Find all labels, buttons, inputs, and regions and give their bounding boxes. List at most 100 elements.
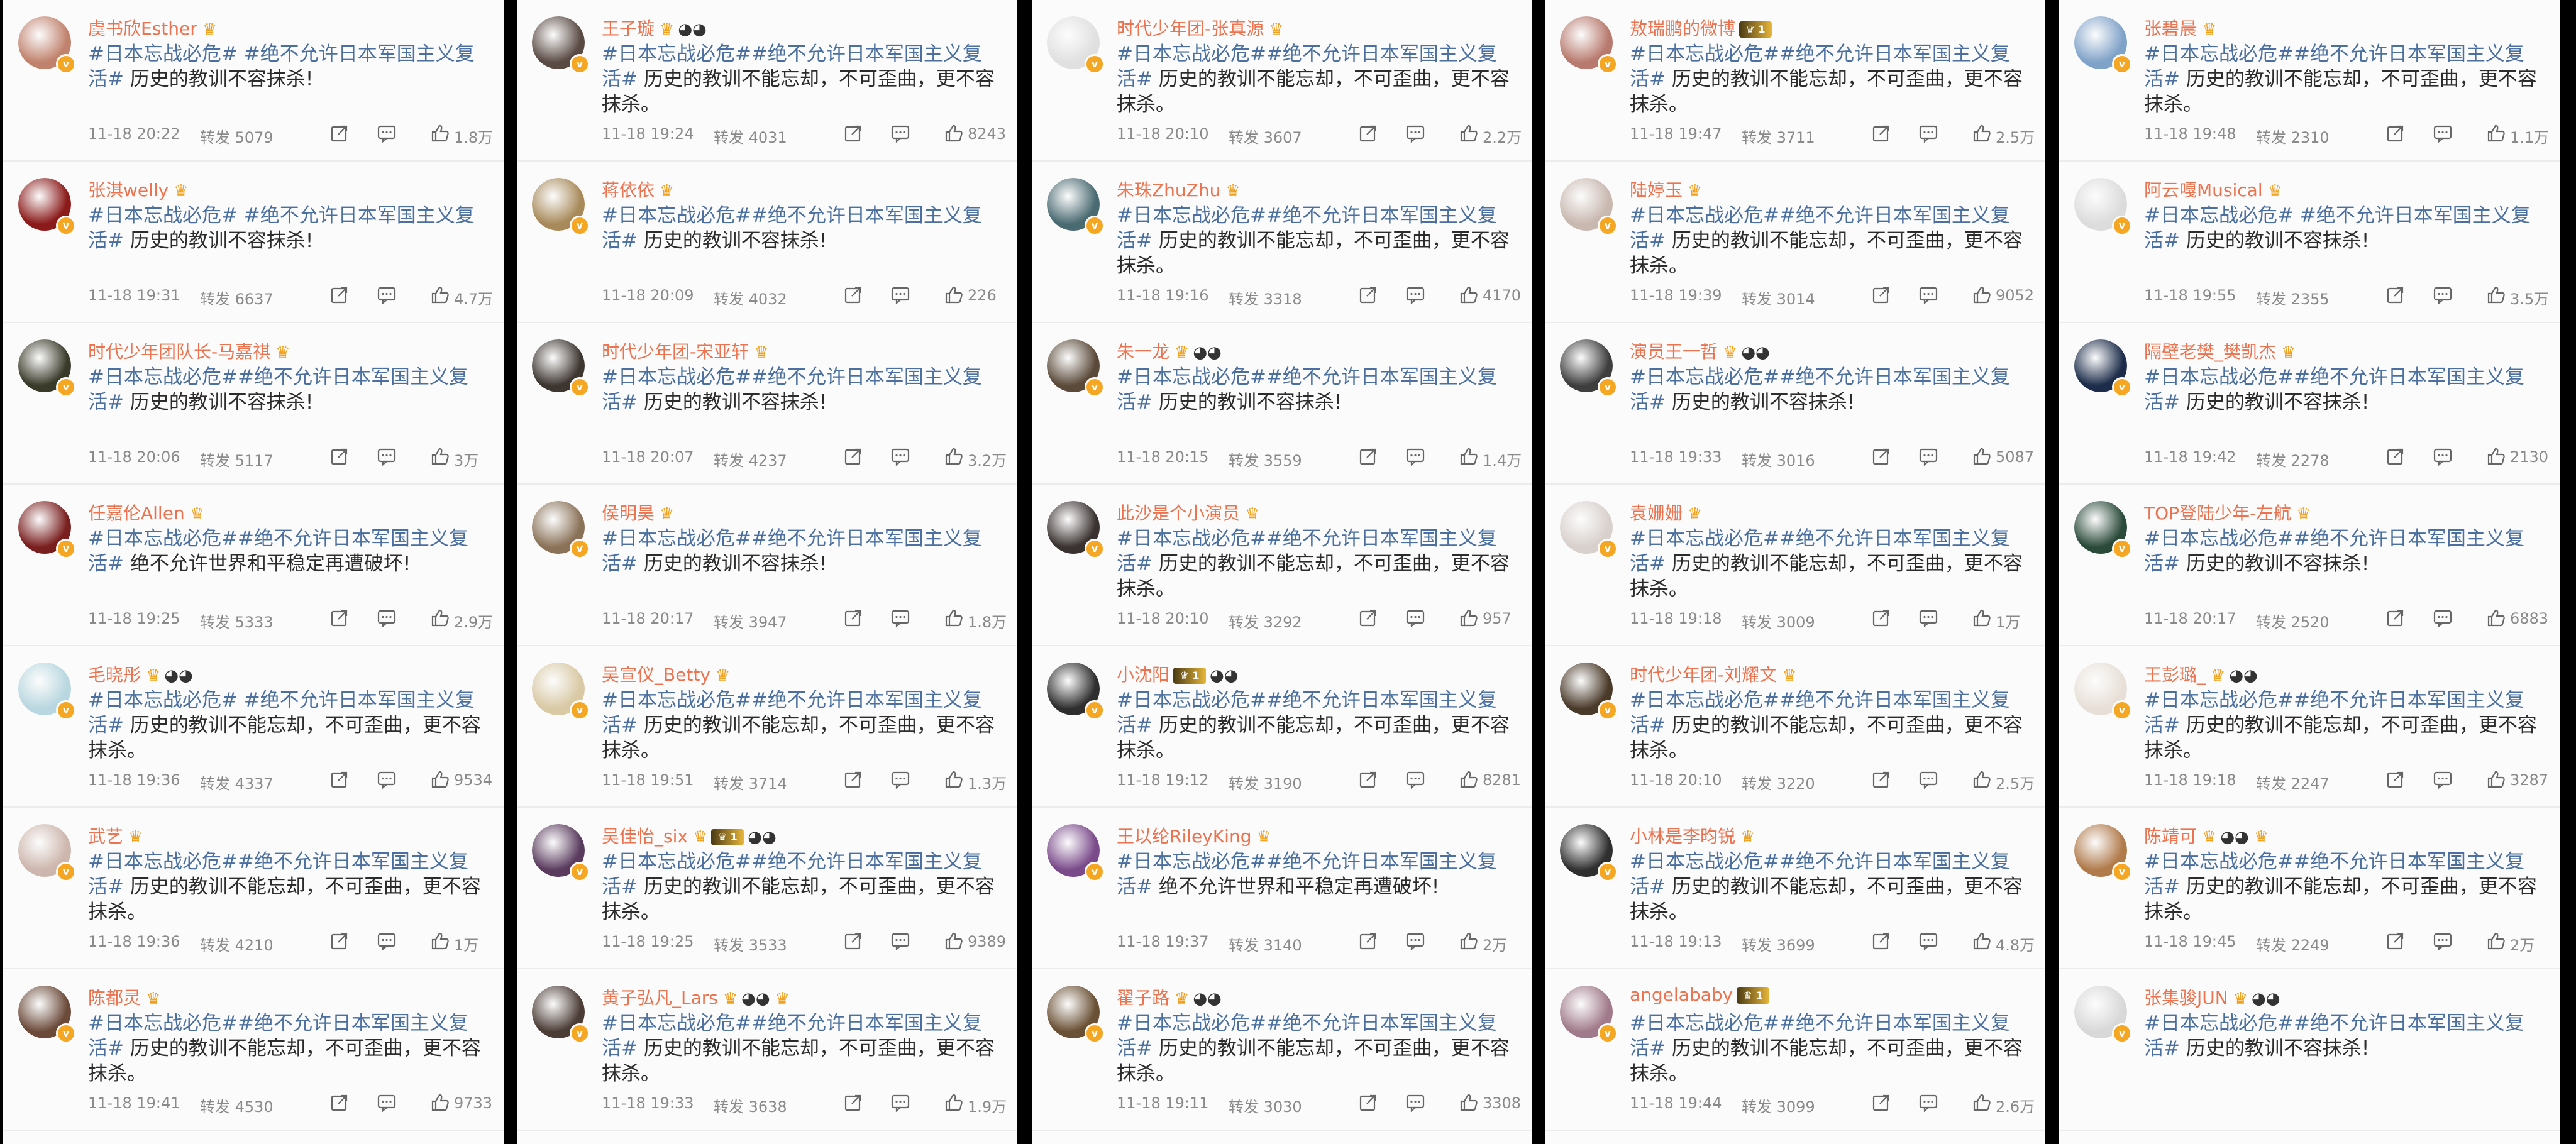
weibo-post[interactable]: v 翟子路 ♛ ◕◕ #日本忘战必危##绝不允许日本军国主义复活# 历史的教训不能忘… xyxy=(1032,969,1532,1131)
thumbs-up-icon[interactable] xyxy=(1972,285,1991,304)
share-icon[interactable] xyxy=(1872,770,1891,789)
comment-icon[interactable] xyxy=(1406,1093,1425,1113)
thumbs-up-icon[interactable] xyxy=(431,770,450,789)
repost-count[interactable]: 转发 2520 xyxy=(2256,610,2330,632)
share-icon[interactable] xyxy=(330,285,349,304)
comment-icon[interactable] xyxy=(377,447,396,466)
repost-count[interactable]: 转发 4337 xyxy=(200,771,274,793)
user-name[interactable]: 敖瑞鹏的微博 xyxy=(1630,18,1735,39)
thumbs-up-icon[interactable] xyxy=(2487,447,2506,466)
repost-count[interactable]: 转发 3099 xyxy=(1742,1094,1815,1116)
weibo-post[interactable]: v 阿云嘎Musical ♛ #日本忘战必危# #绝不允许日本军国主义复活# 历史… xyxy=(2059,162,2560,323)
user-name[interactable]: 毛晓彤 xyxy=(88,664,141,685)
share-icon[interactable] xyxy=(1872,608,1891,627)
repost-count[interactable]: 转发 3711 xyxy=(1742,125,1815,147)
user-name[interactable]: TOP登陆少年-左航 xyxy=(2144,503,2291,524)
thumbs-up-icon[interactable] xyxy=(1972,124,1991,143)
weibo-post[interactable]: v 时代少年团-宋亚轩 ♛ #日本忘战必危##绝不允许日本军国主义复活# 历史的教… xyxy=(517,323,1017,485)
user-name[interactable]: 陆婷玉 xyxy=(1630,180,1683,201)
thumbs-up-icon[interactable] xyxy=(1459,608,1478,627)
repost-count[interactable]: 转发 3318 xyxy=(1229,287,1302,309)
thumbs-up-icon[interactable] xyxy=(1459,285,1478,304)
user-name[interactable]: 此沙是个小演员 xyxy=(1117,503,1240,524)
share-icon[interactable] xyxy=(1359,932,1378,950)
weibo-post[interactable]: v 武艺 ♛ #日本忘战必危##绝不允许日本军国主义复活# 历史的教训不能忘却，不… xyxy=(3,808,504,969)
weibo-post[interactable]: v 王子璇 ♛ ◕◕ #日本忘战必危##绝不允许日本军国主义复活# 历史的教训不能忘… xyxy=(517,0,1017,162)
share-icon[interactable] xyxy=(1872,932,1891,950)
repost-count[interactable]: 转发 3014 xyxy=(1742,287,1815,309)
share-icon[interactable] xyxy=(1872,124,1891,143)
weibo-post[interactable]: v 吴宣仪_Betty ♛ #日本忘战必危##绝不允许日本军国主义复活# 历史的教… xyxy=(517,646,1017,808)
comment-icon[interactable] xyxy=(891,285,910,305)
user-name[interactable]: 小林是李昀锐 xyxy=(1630,826,1735,847)
thumbs-up-icon[interactable] xyxy=(431,932,450,950)
repost-count[interactable]: 转发 3947 xyxy=(714,610,787,632)
share-icon[interactable] xyxy=(844,1093,863,1112)
repost-count[interactable]: 转发 3292 xyxy=(1229,610,1302,632)
user-name[interactable]: 虞书欣Esther xyxy=(88,18,197,39)
repost-count[interactable]: 转发 3190 xyxy=(1229,771,1302,793)
weibo-post[interactable]: v 时代少年团队长-马嘉祺 ♛ #日本忘战必危##绝不允许日本军国主义复活# 历史… xyxy=(3,323,504,485)
user-name[interactable]: 黄子弘凡_Lars xyxy=(602,987,718,1008)
weibo-post[interactable]: v 陈靖可 ♛ ◕◕ ♛ #日本忘战必危##绝不允许日本军国主义复活# 历史的教训不能… xyxy=(2059,808,2560,969)
comment-icon[interactable] xyxy=(891,932,910,951)
thumbs-up-icon[interactable] xyxy=(2487,770,2506,789)
comment-icon[interactable] xyxy=(377,770,396,789)
share-icon[interactable] xyxy=(330,447,349,466)
comment-icon[interactable] xyxy=(1919,1093,1938,1113)
comment-icon[interactable] xyxy=(1406,608,1425,628)
comment-icon[interactable] xyxy=(1919,285,1938,305)
comment-icon[interactable] xyxy=(1406,770,1425,789)
repost-count[interactable]: 转发 3220 xyxy=(1742,771,1815,793)
user-name[interactable]: 王子璇 xyxy=(602,18,655,39)
comment-icon[interactable] xyxy=(2433,124,2452,143)
share-icon[interactable] xyxy=(1359,124,1378,143)
user-name[interactable]: 朱一龙 xyxy=(1117,341,1169,362)
repost-count[interactable]: 转发 3607 xyxy=(1229,125,1302,147)
user-name[interactable]: 阿云嘎Musical xyxy=(2144,180,2263,201)
thumbs-up-icon[interactable] xyxy=(431,447,450,466)
repost-count[interactable]: 转发 4032 xyxy=(714,287,787,309)
user-name[interactable]: 时代少年团队长-马嘉祺 xyxy=(88,341,270,362)
share-icon[interactable] xyxy=(844,770,863,789)
share-icon[interactable] xyxy=(2386,770,2405,789)
thumbs-up-icon[interactable] xyxy=(944,770,963,789)
weibo-post[interactable]: v 吴佳怡_six ♛ ♛ 1 ◕◕ #日本忘战必危##绝不允许日本军国主义复活# 历… xyxy=(517,808,1017,969)
comment-icon[interactable] xyxy=(377,1093,396,1113)
weibo-post[interactable]: v 小林是李昀锐 ♛ #日本忘战必危##绝不允许日本军国主义复活# 历史的教训不能… xyxy=(1545,808,2045,969)
comment-icon[interactable] xyxy=(2433,447,2452,466)
thumbs-up-icon[interactable] xyxy=(2487,932,2506,950)
user-name[interactable]: 陈靖可 xyxy=(2144,826,2197,847)
share-icon[interactable] xyxy=(1359,770,1378,789)
weibo-post[interactable]: v 演员王一哲 ♛ ◕◕ #日本忘战必危##绝不允许日本军国主义复活# 历史的教训不… xyxy=(1545,323,2045,485)
weibo-post[interactable]: v angelababy ♛ 1 #日本忘战必危##绝不允许日本军国主义复活# 历… xyxy=(1545,969,2045,1131)
comment-icon[interactable] xyxy=(891,608,910,628)
share-icon[interactable] xyxy=(330,932,349,950)
share-icon[interactable] xyxy=(2386,447,2405,466)
thumbs-up-icon[interactable] xyxy=(431,124,450,143)
user-name[interactable]: 陈都灵 xyxy=(88,987,141,1008)
user-name[interactable]: 任嘉伦Allen xyxy=(88,503,185,524)
comment-icon[interactable] xyxy=(891,770,910,789)
repost-count[interactable]: 转发 3533 xyxy=(714,933,787,955)
repost-count[interactable]: 转发 3559 xyxy=(1229,448,1302,470)
weibo-post[interactable]: v TOP登陆少年-左航 ♛ #日本忘战必危##绝不允许日本军国主义复活# 历史的… xyxy=(2059,485,2560,646)
user-name[interactable]: 时代少年团-刘耀文 xyxy=(1630,664,1777,685)
weibo-post[interactable]: v 小沈阳 ♛ 1 ◕◕ #日本忘战必危##绝不允许日本军国主义复活# 历史的教训不… xyxy=(1032,646,1532,808)
thumbs-up-icon[interactable] xyxy=(1459,447,1478,466)
thumbs-up-icon[interactable] xyxy=(2487,285,2506,304)
user-name[interactable]: 张碧晨 xyxy=(2144,18,2197,39)
weibo-post[interactable]: v 敖瑞鹏的微博 ♛ 1 #日本忘战必危##绝不允许日本军国主义复活# 历史的教训… xyxy=(1545,0,2045,162)
user-name[interactable]: angelababy xyxy=(1630,984,1733,1005)
repost-count[interactable]: 转发 2247 xyxy=(2256,771,2330,793)
thumbs-up-icon[interactable] xyxy=(944,447,963,466)
comment-icon[interactable] xyxy=(1406,447,1425,466)
repost-count[interactable]: 转发 4237 xyxy=(714,448,787,470)
weibo-post[interactable]: v 时代少年团-张真源 ♛ #日本忘战必危##绝不允许日本军国主义复活# 历史的教… xyxy=(1032,0,1532,162)
weibo-post[interactable]: v 王彭璐_ ♛ ◕◕ #日本忘战必危##绝不允许日本军国主义复活# 历史的教训不能… xyxy=(2059,646,2560,808)
weibo-post[interactable]: v 侯明昊 ♛ #日本忘战必危##绝不允许日本军国主义复活# 历史的教训不容抹杀!… xyxy=(517,485,1017,646)
user-name[interactable]: 时代少年团-宋亚轩 xyxy=(602,341,749,362)
thumbs-up-icon[interactable] xyxy=(1459,124,1478,143)
weibo-post[interactable]: v 张淇welly ♛ #日本忘战必危# #绝不允许日本军国主义复活# 历史的教训… xyxy=(3,162,504,323)
share-icon[interactable] xyxy=(2386,932,2405,950)
